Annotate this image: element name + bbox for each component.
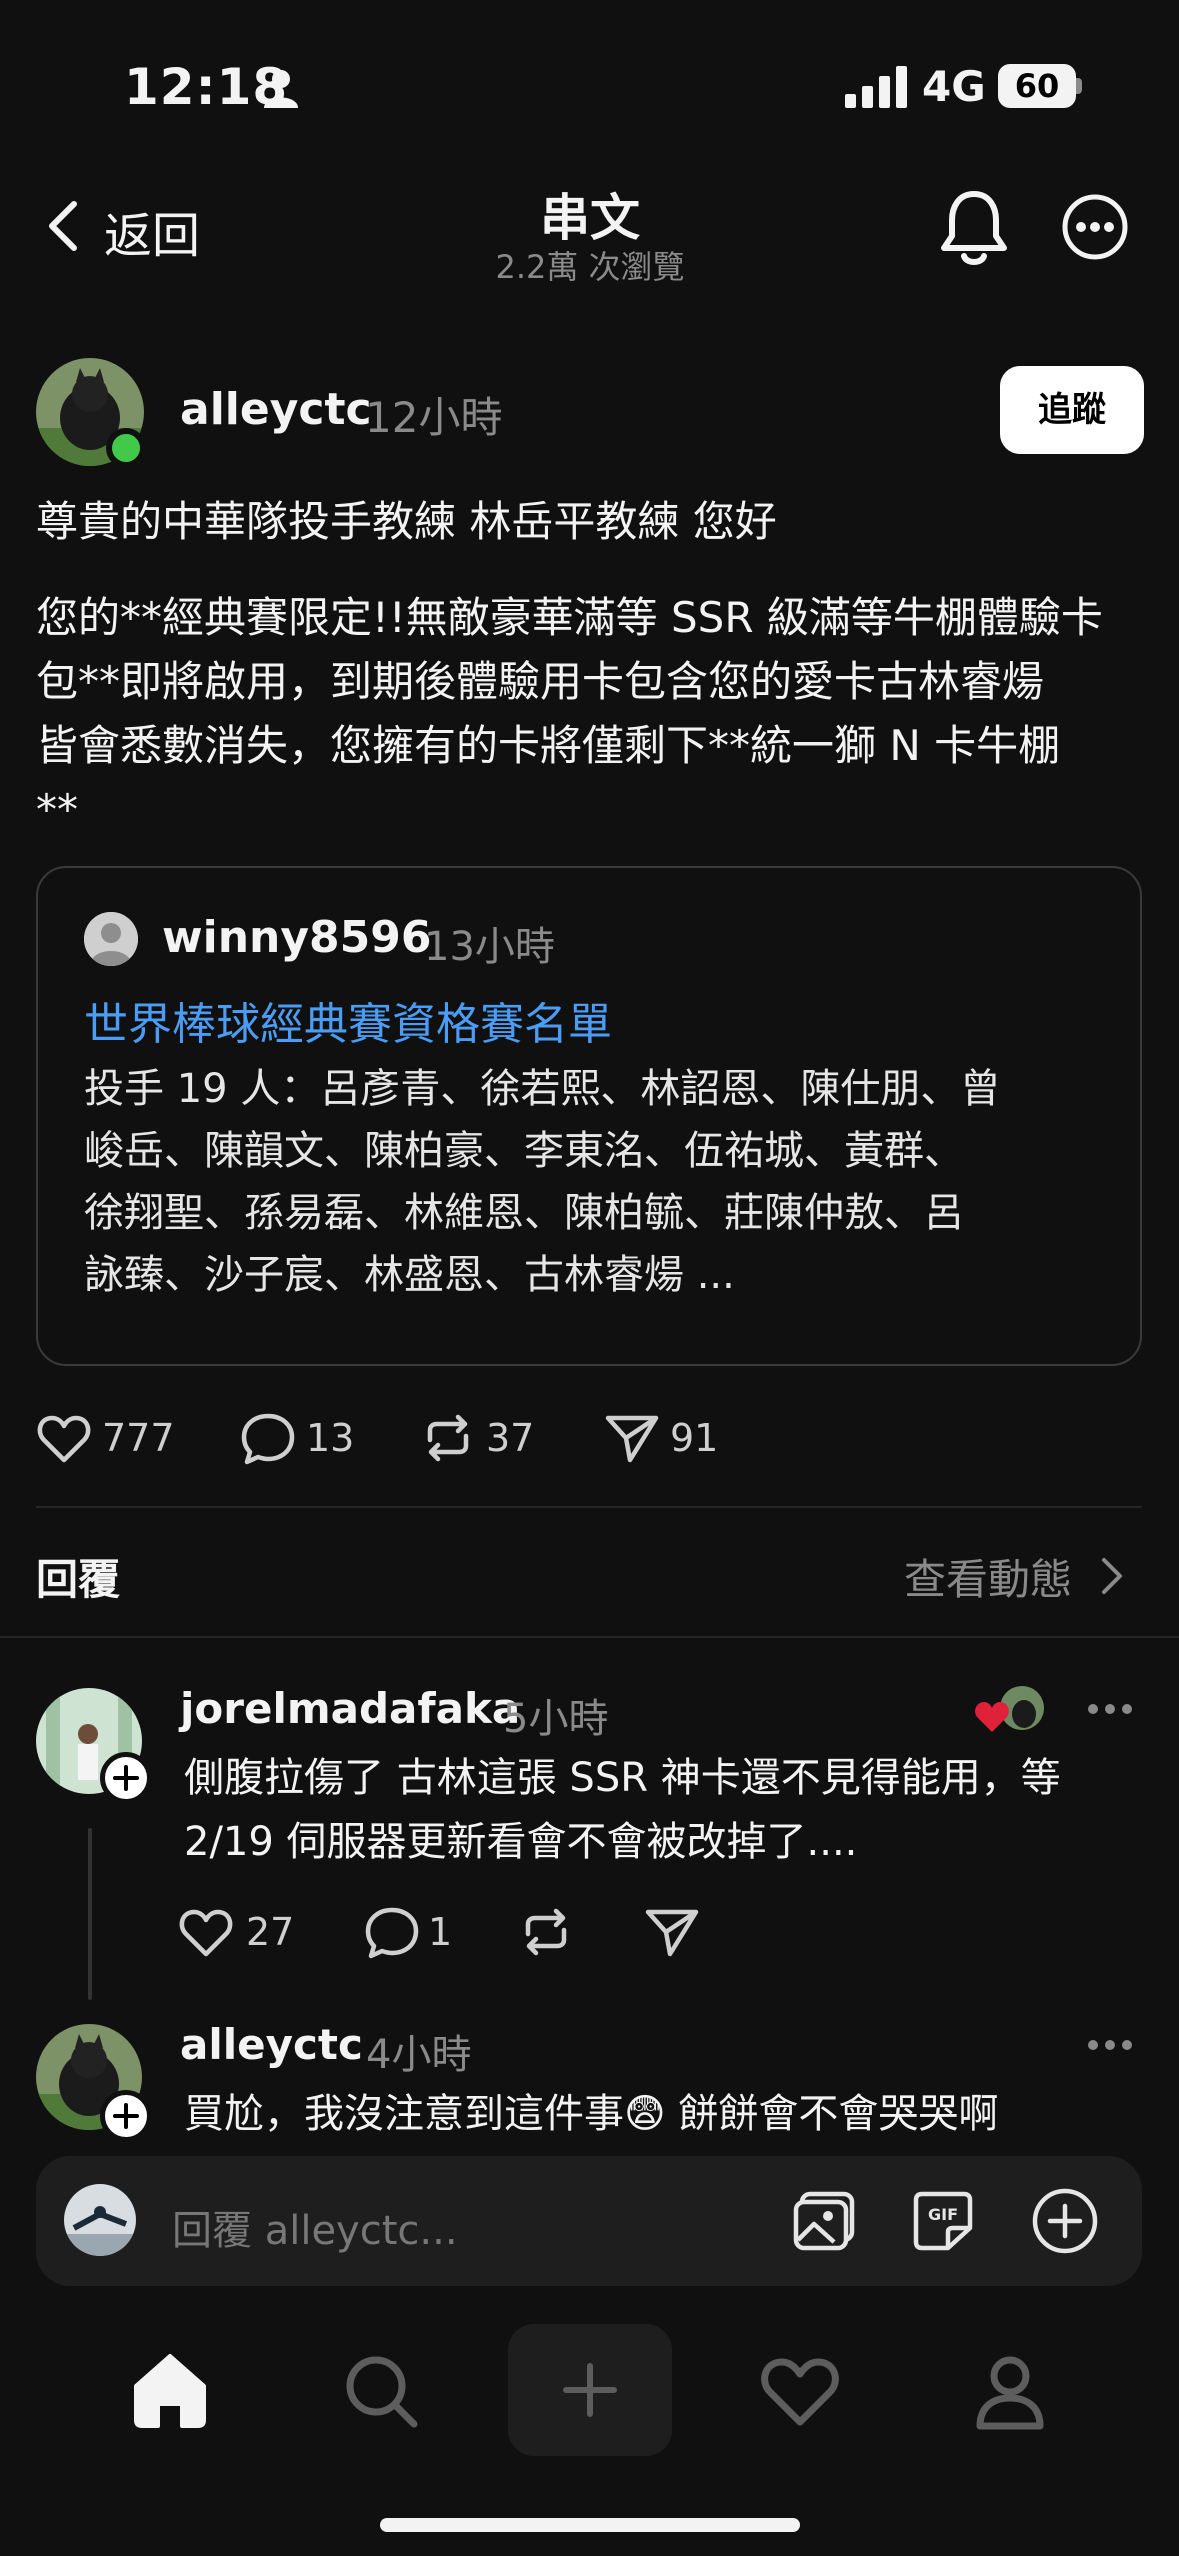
heart-icon[interactable] — [36, 1410, 92, 1466]
reply-text-line: 買尬，我沒注意到這件事😨 餅餅會不會哭哭啊 — [184, 2091, 999, 2137]
more-options-icon[interactable] — [1062, 194, 1128, 260]
post-text-line: 包**即將啟用，到期後體驗用卡包含您的愛卡古林睿煬 — [36, 657, 1045, 706]
liked-by-author-badge — [975, 1686, 1044, 1732]
avatar[interactable] — [84, 912, 138, 966]
share-icon[interactable] — [644, 1904, 700, 1960]
follow-button[interactable]: 追蹤 — [1000, 366, 1144, 454]
post-text-line: 尊貴的中華隊投手教練 林岳平教練 您好 — [36, 497, 777, 546]
avatar — [64, 2184, 136, 2256]
reply-username[interactable]: jorelmadafaka — [180, 1684, 520, 1733]
heart-icon[interactable] — [758, 2348, 842, 2432]
post-username[interactable]: alleyctc — [180, 384, 372, 435]
quoted-text-line: 峻岳、陳韻文、陳柏豪、李東洺、伍祐城、黃群、 — [84, 1128, 964, 1174]
thread-line — [88, 1828, 92, 2000]
plus-icon — [113, 1765, 139, 1791]
post-timestamp: 12小時 — [365, 393, 503, 442]
person-icon — [264, 70, 298, 108]
quoted-text-line: 投手 19 人：呂彥青、徐若熙、林詔恩、陳仕朋、曾 — [84, 1066, 1001, 1112]
share-icon[interactable] — [604, 1410, 660, 1466]
heart-icon[interactable] — [178, 1904, 234, 1960]
network-type: 4G — [922, 62, 986, 111]
online-status-badge — [106, 428, 146, 468]
follow-plus-button[interactable] — [100, 2090, 152, 2142]
battery-tip — [1076, 78, 1082, 94]
comment-count: 13 — [306, 1416, 355, 1460]
divider — [36, 1506, 1142, 1508]
add-circle-icon[interactable] — [1030, 2186, 1100, 2256]
reply-timestamp: 4小時 — [366, 2032, 472, 2078]
chevron-left-icon[interactable] — [44, 198, 84, 254]
plus-icon — [113, 2103, 139, 2129]
bell-icon[interactable] — [938, 188, 1010, 266]
more-options-icon[interactable] — [1086, 2038, 1134, 2052]
divider — [0, 1636, 1179, 1638]
like-count: 777 — [102, 1416, 175, 1460]
quoted-link-title[interactable]: 世界棒球經典賽資格賽名單 — [84, 988, 612, 1052]
reply-timestamp: 5小時 — [503, 1696, 609, 1742]
signal-icon — [845, 66, 907, 108]
reply-text-line: 2/19 伺服器更新看會不會被改掉了.... — [184, 1819, 858, 1865]
reply-text-line: 側腹拉傷了 古林這張 SSR 神卡還不見得能用，等 — [184, 1755, 1061, 1801]
reply-username[interactable]: alleyctc — [180, 2020, 363, 2069]
svg-text:GIF: GIF — [928, 2205, 958, 2224]
home-indicator — [380, 2518, 800, 2532]
search-icon[interactable] — [338, 2348, 422, 2432]
follow-plus-button[interactable] — [100, 1752, 152, 1804]
post-text-line: 皆會悉數消失，您擁有的卡將僅剩下**統一獅 N 卡牛棚 — [36, 721, 1061, 770]
image-icon[interactable] — [790, 2186, 860, 2256]
reply-input[interactable]: 回覆 alleyctc... — [172, 2198, 458, 2256]
repost-icon[interactable] — [518, 1904, 574, 1960]
battery-icon: 60 — [998, 64, 1076, 108]
replies-heading: 回覆 — [36, 1555, 121, 1604]
chevron-right-icon[interactable] — [1100, 1556, 1124, 1596]
post-text-line: ** — [36, 785, 78, 834]
view-activity-link[interactable]: 查看動態 — [904, 1546, 1072, 1607]
repost-icon[interactable] — [420, 1410, 476, 1466]
view-count: 2.2萬 次瀏覽 — [495, 248, 685, 286]
comment-icon[interactable] — [364, 1904, 420, 1960]
home-icon[interactable] — [128, 2348, 212, 2432]
more-options-icon[interactable] — [1086, 1702, 1134, 1716]
comment-count: 1 — [428, 1910, 453, 1954]
back-button[interactable]: 返回 — [104, 196, 200, 266]
gif-icon[interactable]: GIF — [908, 2186, 978, 2256]
share-count: 91 — [670, 1416, 719, 1460]
quoted-text-line: 徐翔聖、孫易磊、林維恩、陳柏毓、莊陳仲敖、呂 — [84, 1190, 964, 1236]
quoted-timestamp: 13小時 — [424, 924, 555, 970]
comment-icon[interactable] — [240, 1410, 296, 1466]
like-count: 27 — [246, 1910, 295, 1954]
quoted-username[interactable]: winny8596 — [162, 912, 432, 963]
page-title: 串文 — [540, 189, 640, 247]
quoted-text-line: 詠臻、沙子宸、林盛恩、古林睿煬 ... — [84, 1252, 735, 1298]
post-text-line: 您的**經典賽限定!!無敵豪華滿等 SSR 級滿等牛棚體驗卡 — [36, 593, 1103, 642]
plus-icon — [563, 2363, 617, 2417]
profile-icon[interactable] — [968, 2348, 1052, 2432]
repost-count: 37 — [486, 1416, 535, 1460]
